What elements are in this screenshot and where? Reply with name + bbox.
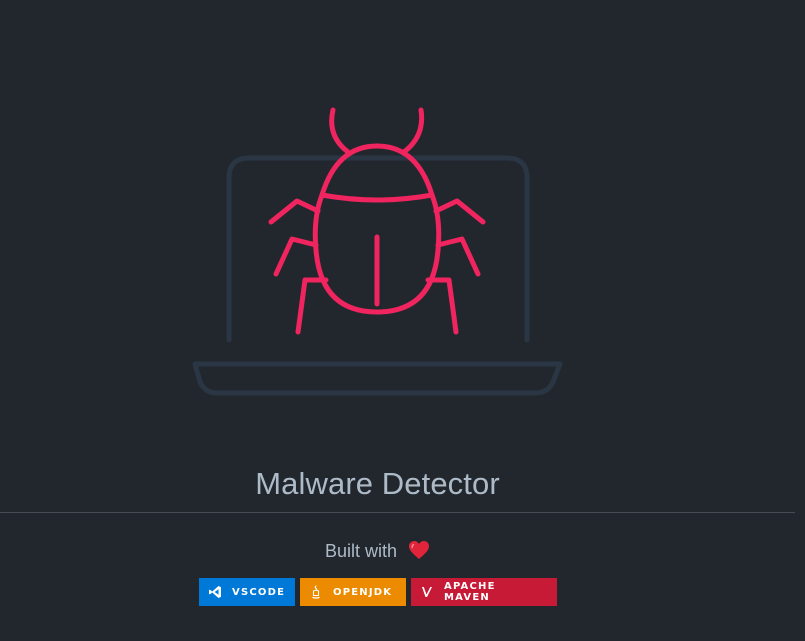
page-title: Malware Detector [255, 466, 500, 501]
title-divider [0, 512, 795, 513]
apache-maven-icon [420, 585, 434, 599]
vscode-badge[interactable]: VSCODE [199, 578, 295, 606]
bug-on-laptop-illustration [185, 100, 575, 405]
tech-badges: VSCODE OPENJDK APACHE MAVEN [199, 578, 557, 606]
openjdk-badge-label: OPENJDK [333, 586, 393, 598]
built-with-label: Built with [324, 541, 397, 561]
heart-icon [408, 540, 430, 567]
laptop-base-icon [192, 361, 563, 396]
vscode-icon [208, 585, 222, 599]
openjdk-badge[interactable]: OPENJDK [300, 578, 406, 606]
vscode-badge-label: VSCODE [232, 586, 286, 598]
apache-maven-badge-label: APACHE MAVEN [444, 581, 496, 603]
bug-icon [268, 107, 486, 335]
readme-page: Malware Detector Built with VSCODE OPENJ… [0, 0, 805, 641]
built-with-line: Built with [0, 538, 755, 567]
apache-maven-badge[interactable]: APACHE MAVEN [411, 578, 557, 606]
openjdk-icon [309, 585, 323, 599]
bug-on-laptop-icon [192, 107, 563, 396]
